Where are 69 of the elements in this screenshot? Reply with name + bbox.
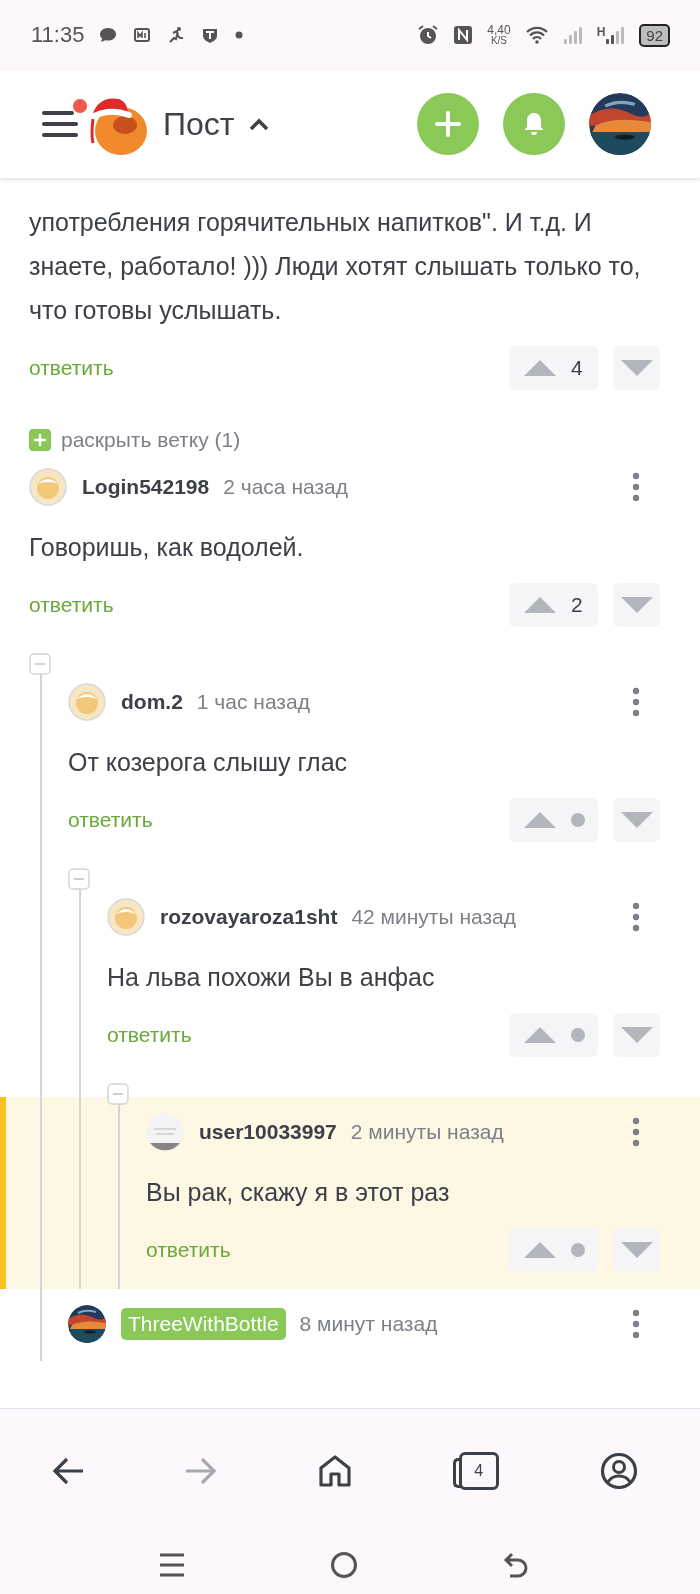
- down-arrow-icon: [619, 359, 654, 377]
- account-icon[interactable]: [600, 1452, 638, 1490]
- comment-text: На льва похожи Вы в анфас: [107, 962, 436, 993]
- avatar-icon: [107, 898, 145, 936]
- up-arrow-icon: [523, 1026, 557, 1044]
- down-arrow-icon: [619, 1026, 654, 1044]
- up-arrow-icon: [523, 811, 557, 829]
- comment-text: Вы рак, скажу я в этот раз: [146, 1177, 451, 1208]
- network-speed: 4,40: [487, 24, 511, 36]
- down-arrow-icon: [619, 811, 654, 829]
- back-icon[interactable]: [502, 1551, 530, 1579]
- comment-time: 42 минуты назад: [351, 905, 516, 929]
- comment-time: 2 часа назад: [223, 475, 348, 499]
- page-title-dropdown[interactable]: Пост: [163, 105, 271, 143]
- avatar-icon: [29, 468, 67, 506]
- plus-icon: [435, 111, 461, 137]
- downvote-button[interactable]: [613, 346, 660, 390]
- more-options-icon[interactable]: [632, 687, 640, 717]
- up-arrow-icon: [523, 1241, 557, 1259]
- up-arrow-icon: [523, 596, 557, 614]
- more-options-icon[interactable]: [632, 1117, 640, 1147]
- recent-apps-icon[interactable]: [158, 1552, 186, 1578]
- down-arrow-icon: [619, 596, 654, 614]
- username[interactable]: Login542198: [82, 475, 210, 499]
- username[interactable]: dom.2: [121, 690, 183, 714]
- signal-icon: [605, 25, 626, 45]
- dot-icon: [234, 30, 245, 40]
- wifi-icon: [524, 25, 549, 45]
- upvote-button[interactable]: [509, 798, 598, 842]
- alarm-icon: [417, 24, 440, 46]
- up-arrow-icon: [523, 359, 557, 377]
- speed-unit: K/S: [490, 36, 507, 46]
- chat-bubble-icon: [98, 25, 119, 45]
- nfc-icon: [453, 25, 474, 45]
- downvote-button[interactable]: [613, 583, 660, 627]
- battery-level: 92: [639, 23, 670, 47]
- downvote-button[interactable]: [613, 1013, 660, 1057]
- downvote-button[interactable]: [613, 1228, 660, 1272]
- more-options-icon[interactable]: [632, 472, 640, 502]
- back-arrow-icon[interactable]: [51, 1456, 85, 1486]
- username[interactable]: rozovayaroza1sht: [160, 905, 338, 929]
- rating-count: 4: [571, 356, 583, 380]
- home-circle-icon[interactable]: [330, 1551, 358, 1579]
- comment-time: 8 минут назад: [299, 1312, 438, 1336]
- expand-branch-link[interactable]: раскрыть ветку (1): [29, 428, 241, 452]
- rating-count: 2: [571, 593, 583, 617]
- home-icon[interactable]: [317, 1454, 352, 1488]
- more-options-icon[interactable]: [632, 1309, 640, 1339]
- downvote-button[interactable]: [613, 798, 660, 842]
- upvote-button[interactable]: 4: [509, 346, 598, 390]
- down-arrow-icon: [619, 1241, 654, 1259]
- avatar-icon: [68, 683, 106, 721]
- comment-text: употребления горячительных напитков". И т.д. И знаете, работало! ))) Люди хотят слышать только то, что готовы услышать.: [29, 207, 642, 326]
- signal-icon: [562, 25, 583, 45]
- more-options-icon[interactable]: [632, 902, 640, 932]
- comment-text: От козерога слышу глас: [68, 747, 349, 778]
- network-type: H: [596, 25, 606, 39]
- clock-time: 11:35: [31, 22, 85, 48]
- comment-text: Говоришь, как водолей.: [29, 532, 305, 563]
- upvote-button[interactable]: [509, 1228, 598, 1272]
- bell-icon: [522, 111, 546, 137]
- comment-time: 2 минуты назад: [350, 1120, 504, 1144]
- username[interactable]: user10033997: [199, 1120, 337, 1144]
- plus-icon: [29, 429, 51, 451]
- comment-time: 1 час назад: [196, 690, 310, 714]
- upvote-button[interactable]: [509, 1013, 598, 1057]
- app-icon: [132, 25, 153, 45]
- menu-icon[interactable]: [41, 109, 79, 139]
- upvote-button[interactable]: 2: [509, 583, 598, 627]
